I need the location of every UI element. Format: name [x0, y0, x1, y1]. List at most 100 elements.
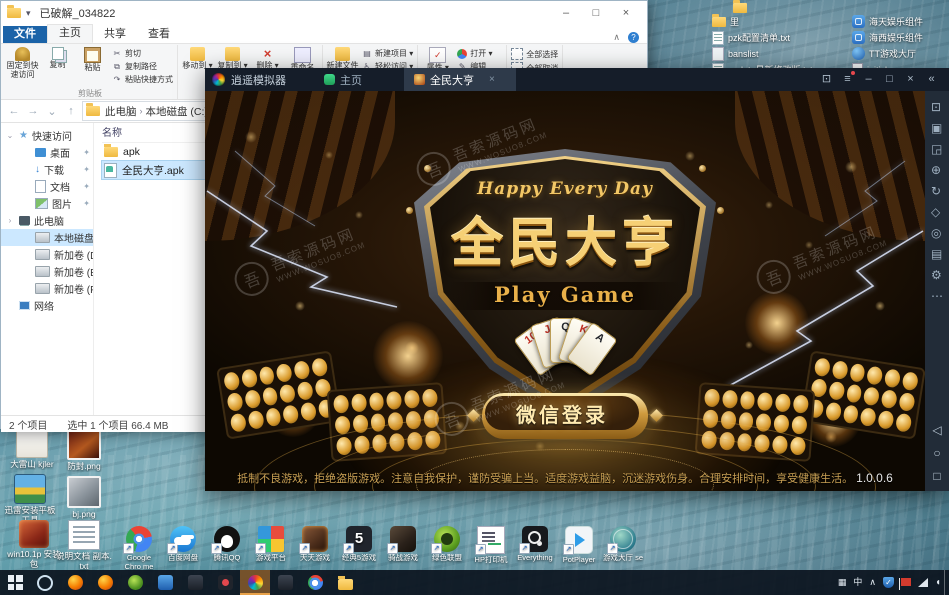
sidebar-item-快速访问[interactable]: ⌄★快速访问: [1, 127, 93, 144]
up-icon[interactable]: ↑: [63, 105, 79, 117]
ribbon-small-button[interactable]: 全部选择: [511, 48, 558, 60]
tab-file[interactable]: 文件: [3, 26, 47, 43]
desktop-shortcut-game1[interactable]: ↗天天游戏: [294, 526, 336, 573]
start-button[interactable]: [0, 570, 30, 595]
home-icon[interactable]: ○: [932, 446, 941, 460]
desktop-shortcut-five[interactable]: 5↗经典5游戏: [338, 526, 380, 573]
help-icon[interactable]: ?: [628, 32, 639, 43]
taskbar-green-app[interactable]: [120, 570, 150, 595]
taskbar-firefox-2[interactable]: [90, 570, 120, 595]
desktop-shortcut-files[interactable]: ↗HP打印机: [470, 526, 512, 573]
quick-access-toolbar[interactable]: ▾: [26, 8, 31, 19]
rotate-icon[interactable]: ↻: [931, 181, 943, 202]
desktop-icon[interactable]: 海西娱乐组件: [852, 31, 923, 44]
ribbon-small-button[interactable]: ✂剪切: [112, 48, 173, 59]
sidebar-item-新加卷 (D:)[interactable]: 新加卷 (D:): [1, 246, 93, 263]
ribbon-small-button[interactable]: 打开 ▾: [457, 48, 502, 59]
screenshot-icon[interactable]: ◲: [931, 139, 943, 160]
breadcrumb-item[interactable]: 本地磁盘 (C:): [143, 104, 211, 119]
maximize-button[interactable]: □: [581, 3, 611, 23]
taskbar-blue-app[interactable]: [150, 570, 180, 595]
tab-share[interactable]: 共享: [93, 26, 137, 43]
keymap-icon[interactable]: ▤: [931, 244, 943, 265]
close-button[interactable]: ×: [611, 3, 641, 23]
desktop-icon[interactable]: 海天娱乐组件: [852, 15, 923, 28]
desktop-shortcut-greenball[interactable]: ↗绿色联盟: [426, 526, 468, 573]
taskbar-chrome[interactable]: [300, 570, 330, 595]
sidebar-item-本地磁盘 (C:)[interactable]: 本地磁盘 (C:): [1, 229, 93, 246]
ribbon-button[interactable]: 复制到 ▾: [215, 45, 250, 71]
desktop-shortcut-play[interactable]: ↗PotPlayer: [558, 526, 600, 573]
tab-home[interactable]: 主页: [47, 24, 93, 43]
taskbar-memu[interactable]: [240, 570, 270, 595]
more-icon[interactable]: ⋯: [931, 286, 943, 307]
desktop-shortcut-qq[interactable]: ↗腾讯QQ: [206, 526, 248, 573]
close-tab-icon[interactable]: ×: [489, 74, 495, 85]
collapse-sidebar-button[interactable]: «: [921, 68, 942, 91]
tray-ime-icon[interactable]: 中: [853, 570, 862, 595]
tray-flag-icon[interactable]: [901, 578, 911, 586]
desktop-shortcut-search[interactable]: ↗Everything: [514, 526, 556, 573]
minimize-button[interactable]: –: [551, 3, 581, 23]
emulator-title-bar[interactable]: 逍遥模拟器 主页 全民大亨 × ⊡≡–□×«: [205, 68, 949, 91]
sidebar-item-新加卷 (F:)[interactable]: 新加卷 (F:): [1, 280, 93, 297]
back-icon[interactable]: ←: [6, 105, 22, 117]
desktop-folder-icon[interactable]: [733, 3, 747, 13]
sidebar-item-此电脑[interactable]: ›此电脑: [1, 212, 93, 229]
desktop-shortcut-horse[interactable]: ↗骑战游戏: [382, 526, 424, 573]
ribbon-button[interactable]: 复制: [40, 45, 75, 70]
tray-expand-icon[interactable]: ∧: [869, 570, 876, 595]
forward-icon[interactable]: →: [25, 105, 41, 117]
ribbon-button[interactable]: ×删除 ▾: [250, 45, 285, 71]
tray-defender-icon[interactable]: ✓: [883, 577, 894, 588]
qat-customize-icon[interactable]: ▾: [26, 8, 31, 19]
expand-icon[interactable]: ⌄: [5, 131, 15, 140]
fullscreen-button[interactable]: ⊡: [816, 68, 837, 91]
tray-network-icon[interactable]: [918, 578, 928, 587]
location-icon[interactable]: ◎: [931, 223, 943, 244]
desktop-icon[interactable]: 迅雷安装平板工具: [2, 474, 58, 526]
menu-button[interactable]: ≡: [837, 68, 858, 91]
show-desktop-button[interactable]: [944, 570, 949, 595]
search-button[interactable]: [30, 570, 60, 595]
taskbar-dark-app[interactable]: [180, 570, 210, 595]
tab-emulator-home[interactable]: 主页: [314, 68, 372, 91]
desktop-icon[interactable]: TT游戏大厅: [852, 47, 923, 60]
recents-icon[interactable]: □: [932, 469, 941, 483]
desktop-icon[interactable]: pzk配置清单.txt: [712, 31, 813, 44]
ribbon-button[interactable]: 粘贴: [75, 45, 110, 73]
ribbon-small-button[interactable]: ↷粘贴快捷方式: [112, 74, 173, 85]
desktop-icon[interactable]: win10.1p 安装包: [6, 520, 62, 570]
explorer-title-bar[interactable]: ▾ 已破解_034822 – □ ×: [1, 1, 647, 25]
sidebar-item-网络[interactable]: 网络: [1, 297, 93, 314]
desktop-icon[interactable]: 防封.png: [56, 428, 112, 472]
desktop-icon[interactable]: 里: [712, 15, 813, 28]
breadcrumb-item[interactable]: 此电脑: [102, 104, 140, 119]
fullscreen-icon[interactable]: ⊡: [931, 97, 943, 118]
tab-game[interactable]: 全民大亨 ×: [404, 68, 516, 91]
sidebar-item-文档[interactable]: 文档✦: [1, 178, 93, 195]
desktop-shortcut-globe[interactable]: ↗游戏大厅 se: [602, 526, 644, 573]
desktop-icon[interactable]: bj.png: [56, 476, 112, 520]
tray-volume-icon[interactable]: ◖: [935, 570, 941, 595]
taskbar-red-app[interactable]: [210, 570, 240, 595]
tray-grid-icon[interactable]: ▦: [838, 570, 847, 595]
taskbar-explorer[interactable]: [330, 570, 360, 595]
settings-icon[interactable]: ⚙: [931, 265, 943, 286]
minimize-button[interactable]: –: [858, 68, 879, 91]
shake-icon[interactable]: ◇: [931, 202, 943, 223]
back-icon[interactable]: ◁: [932, 423, 941, 437]
desktop-icon[interactable]: banslist: [712, 47, 813, 60]
multi-window-icon[interactable]: ▣: [931, 118, 943, 139]
install-apk-icon[interactable]: ⊕: [931, 160, 943, 181]
sidebar-item-桌面[interactable]: 桌面✦: [1, 144, 93, 161]
sidebar-item-下载[interactable]: ↓下载✦: [1, 161, 93, 178]
sidebar-item-新加卷 (E:)[interactable]: 新加卷 (E:): [1, 263, 93, 280]
maximize-button[interactable]: □: [879, 68, 900, 91]
wechat-login-button[interactable]: 微信登录: [482, 393, 648, 439]
desktop-shortcut-grid4[interactable]: ↗游戏平台: [250, 526, 292, 573]
column-header-name[interactable]: 名称: [102, 126, 222, 143]
ribbon-button[interactable]: 移动到 ▾: [180, 45, 215, 71]
expand-icon[interactable]: ›: [5, 216, 15, 225]
ribbon-collapse-icon[interactable]: ∧: [613, 32, 620, 43]
